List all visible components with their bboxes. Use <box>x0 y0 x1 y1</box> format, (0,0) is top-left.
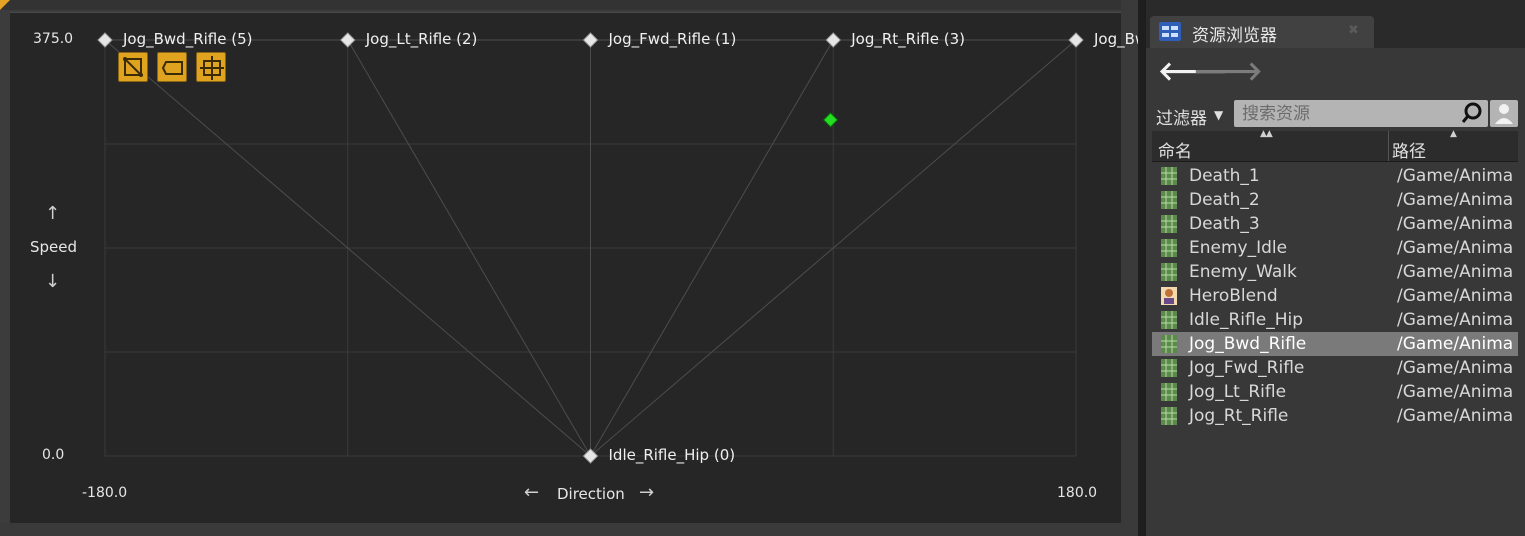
asset-row[interactable]: Jog_Rt_Rifle/Game/Anima <box>1152 404 1518 428</box>
asset-path: /Game/Anima <box>1397 262 1514 282</box>
triangulation-toggle-button[interactable] <box>118 52 148 82</box>
asset-path: /Game/Anima <box>1397 334 1514 354</box>
animation-sequence-icon <box>1161 311 1177 329</box>
asset-row[interactable]: Death_2/Game/Anima <box>1152 188 1518 212</box>
asset-path: /Game/Anima <box>1397 238 1514 258</box>
x-axis-name: Direction <box>557 485 625 503</box>
asset-row[interactable]: Jog_Fwd_Rifle/Game/Anima <box>1152 356 1518 380</box>
sample-label: Jog_Rt_Rifle (3) <box>851 30 965 48</box>
sample-label: Jog_Bwd_Rifle (5) <box>123 30 253 48</box>
asset-row[interactable]: Jog_Lt_Rifle/Game/Anima <box>1152 380 1518 404</box>
close-icon[interactable]: ✖ <box>1348 23 1359 38</box>
show-labels-icon <box>161 61 183 75</box>
sample-label: Idle_Rifle_Hip (0) <box>608 446 736 464</box>
sample-point[interactable] <box>582 32 599 48</box>
asset-list-header: 命名 ▲▲ 路径 ▲ <box>1152 129 1518 162</box>
animation-sequence-icon <box>1161 263 1177 281</box>
left-arrow-icon: ← <box>524 482 540 503</box>
animation-sequence-icon <box>1161 167 1177 185</box>
blend-space-icon <box>1161 287 1177 305</box>
right-arrow-icon: → <box>639 482 655 503</box>
asset-row[interactable]: Death_1/Game/Anima <box>1152 164 1518 188</box>
asset-name: Jog_Lt_Rifle <box>1189 382 1287 402</box>
tab-content-browser[interactable]: 资源浏览器 ✖ <box>1150 16 1374 48</box>
asset-name: Enemy_Walk <box>1189 262 1297 282</box>
asset-name: HeroBlend <box>1189 286 1278 306</box>
x-axis-max-label: 180.0 <box>1057 485 1098 501</box>
asset-path: /Game/Anima <box>1397 190 1514 210</box>
sample-point[interactable] <box>582 448 599 464</box>
asset-row[interactable]: Enemy_Idle/Game/Anima <box>1152 236 1518 260</box>
fit-view-button[interactable] <box>196 52 226 82</box>
sample-label: Jog_Lt_Rifle (2) <box>365 30 478 48</box>
tab-title: 资源浏览器 <box>1192 26 1277 46</box>
animation-sequence-icon <box>1161 191 1177 209</box>
preview-point[interactable] <box>822 112 839 128</box>
blend-space-editor: 375.0 0.0 ↑ Speed ↓ -180.0 180.0 ← Direc… <box>0 0 1224 536</box>
animation-sequence-icon <box>1161 407 1177 425</box>
asset-row[interactable]: Jog_Bwd_Rifle/Game/Anima <box>1152 332 1518 356</box>
fit-view-icon <box>200 56 224 80</box>
search-icon[interactable] <box>1462 102 1484 124</box>
show-labels-button[interactable] <box>157 52 187 82</box>
sample-point[interactable] <box>825 32 841 48</box>
animation-sequence-icon <box>1161 215 1177 233</box>
animation-sequence-icon <box>1161 335 1177 353</box>
sort-ascending-icon[interactable]: ▲▲ <box>1260 129 1273 139</box>
asset-name: Enemy_Idle <box>1189 238 1288 258</box>
sample-point[interactable] <box>340 32 356 48</box>
user-icon <box>1495 104 1513 124</box>
sample-point[interactable] <box>97 32 113 48</box>
filter-dropdown[interactable]: 过滤器 <box>1156 104 1207 129</box>
asset-list: Death_1/Game/Anima Death_2/Game/Anima Deat… <box>1152 164 1518 428</box>
x-axis-min-label: -180.0 <box>82 485 128 501</box>
y-axis-max-label: 375.0 <box>33 31 74 47</box>
asset-name: Death_1 <box>1189 166 1260 186</box>
asset-path: /Game/Anima <box>1397 166 1514 186</box>
y-axis-name: Speed <box>30 238 78 256</box>
asset-path: /Game/Anima <box>1397 286 1514 306</box>
panel-gutter <box>1138 0 1146 536</box>
column-header-name[interactable]: 命名 <box>1158 137 1192 162</box>
up-arrow-icon: ↑ <box>45 203 61 224</box>
asset-name: Jog_Bwd_Rifle <box>1189 334 1307 354</box>
search-input[interactable] <box>1234 100 1488 127</box>
asset-row[interactable]: Idle_Rifle_Hip/Game/Anima <box>1152 308 1518 332</box>
asset-name: Death_3 <box>1189 214 1260 234</box>
animation-sequence-icon <box>1161 359 1177 377</box>
asset-path: /Game/Anima <box>1397 358 1514 378</box>
content-browser-icon <box>1159 22 1181 41</box>
asset-row[interactable]: Death_3/Game/Anima <box>1152 212 1518 236</box>
asset-path: /Game/Anima <box>1397 310 1514 330</box>
animation-sequence-icon <box>1161 239 1177 257</box>
chevron-down-icon[interactable]: ▼ <box>1214 108 1223 122</box>
y-axis-min-label: 0.0 <box>42 447 65 463</box>
asset-row[interactable]: HeroBlend/Game/Anima <box>1152 284 1518 308</box>
sample-label: Jog_Fwd_Rifle (1) <box>608 30 737 48</box>
sort-indicator-icon[interactable]: ▲ <box>1450 129 1457 139</box>
triangulation-toggle-icon <box>123 57 143 77</box>
column-divider[interactable] <box>1388 131 1389 161</box>
forward-arrow-icon[interactable]: 🡒 <box>1193 58 1263 86</box>
asset-name: Jog_Rt_Rifle <box>1189 406 1289 426</box>
asset-name: Idle_Rifle_Hip <box>1189 310 1303 330</box>
asset-row[interactable]: Enemy_Walk/Game/Anima <box>1152 260 1518 284</box>
column-header-path[interactable]: 路径 <box>1392 137 1426 162</box>
asset-name: Jog_Fwd_Rifle <box>1189 358 1305 378</box>
sample-point[interactable] <box>1068 32 1084 48</box>
asset-path: /Game/Anima <box>1397 382 1514 402</box>
asset-path: /Game/Anima <box>1397 214 1514 234</box>
user-filter-button[interactable] <box>1490 100 1518 127</box>
asset-name: Death_2 <box>1189 190 1260 210</box>
asset-path: /Game/Anima <box>1397 406 1514 426</box>
down-arrow-icon: ↓ <box>45 271 61 292</box>
animation-sequence-icon <box>1161 383 1177 401</box>
